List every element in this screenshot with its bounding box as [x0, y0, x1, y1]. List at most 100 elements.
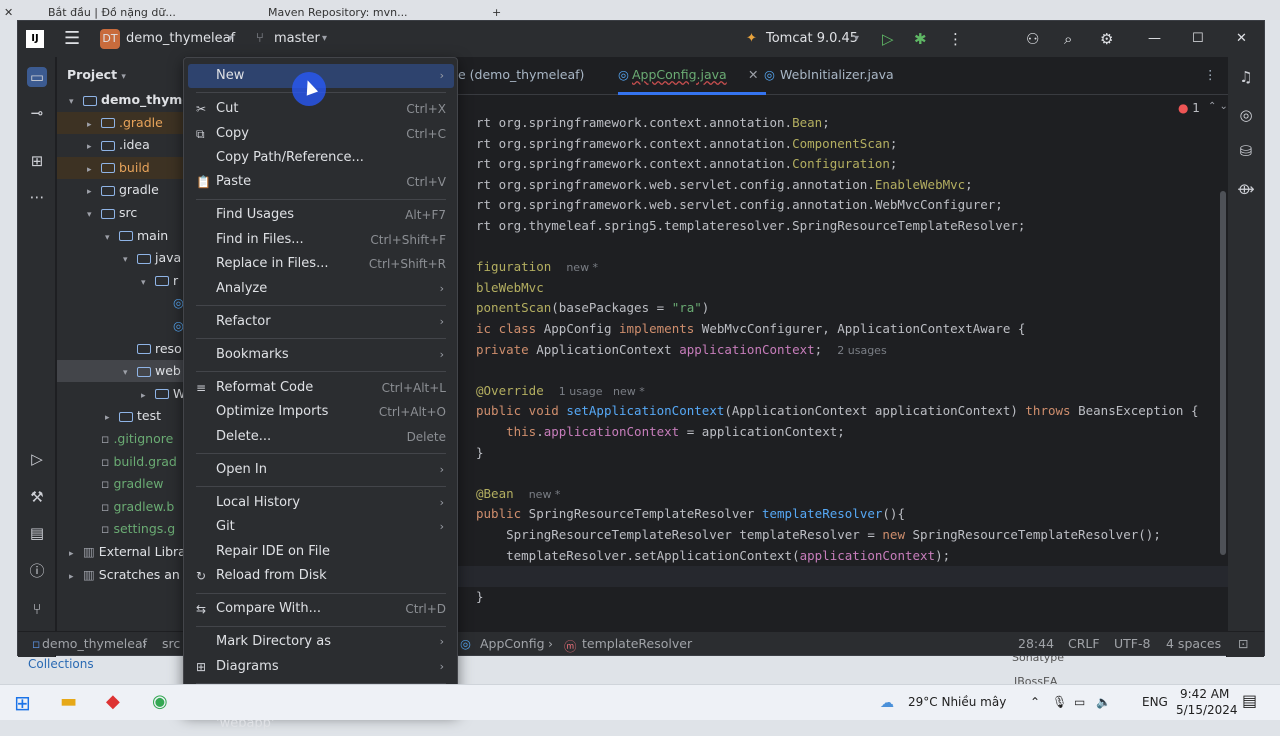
tree-item[interactable]: ▾ web	[57, 360, 184, 384]
tree-item[interactable]: ▸ build	[57, 156, 184, 179]
menu-item-find-usages[interactable]: Find Usages Alt+F7	[188, 203, 454, 227]
gear-icon[interactable]: ⚙	[1100, 29, 1113, 49]
chevron-right-icon[interactable]: ▸	[141, 385, 155, 407]
code-line[interactable]: templateResolver.setApplicationContext(a…	[476, 546, 950, 566]
language-indicator[interactable]: ENG	[1142, 695, 1168, 709]
chrome-icon[interactable]: ◉	[152, 691, 168, 712]
tree-item[interactable]: ◎	[57, 315, 184, 337]
clock-date[interactable]: 5/15/2024	[1176, 703, 1238, 717]
code-line[interactable]: public SpringResourceTemplateResolver te…	[476, 504, 905, 524]
chevron-right-icon[interactable]: ▸	[87, 136, 101, 158]
menu-item-refactor[interactable]: Refactor ›	[188, 310, 454, 334]
code-line[interactable]: ic class AppConfig implements WebMvcConf…	[476, 319, 1025, 339]
close-icon[interactable]: ✕	[1236, 29, 1247, 49]
scrollbar[interactable]	[1220, 191, 1226, 555]
breadcrumb-src[interactable]: src	[162, 636, 180, 651]
code-line[interactable]: rt org.springframework.context.annotatio…	[476, 134, 897, 154]
error-icon[interactable]: ● 1	[1178, 101, 1200, 115]
code-line[interactable]: }	[476, 587, 484, 607]
editor-tab-active[interactable]: AppConfig.java	[632, 67, 727, 82]
chevron-down-icon[interactable]: ▾	[87, 204, 101, 226]
chevron-down-icon[interactable]: ▾	[322, 29, 327, 49]
tree-item[interactable]: ▾ main	[57, 225, 184, 247]
code-line[interactable]: rt org.springframework.context.annotatio…	[476, 154, 897, 174]
tree-item[interactable]: ▫ gradlew	[57, 473, 184, 495]
browser-tab[interactable]: Maven Repository: mvn...	[268, 6, 468, 20]
breadcrumb-project[interactable]: demo_thymeleaf	[42, 636, 147, 651]
chevron-right-icon[interactable]: ▸	[87, 181, 101, 203]
chevron-down-icon[interactable]: ▾	[141, 272, 155, 294]
tree-item[interactable]: ▫ gradlew.b	[57, 496, 184, 518]
project-switcher[interactable]: demo_thymeleaf	[126, 29, 235, 49]
editor-tab[interactable]: WebInitializer.java	[780, 67, 894, 82]
tree-item[interactable]: ▸ W	[57, 383, 184, 405]
endpoints-icon[interactable]: ⟴	[1236, 179, 1256, 199]
menu-item-replace-in-files[interactable]: Replace in Files... Ctrl+Shift+R	[188, 252, 454, 276]
page-link[interactable]: Collections	[28, 657, 94, 671]
chevron-down-icon[interactable]: ▾	[854, 29, 859, 49]
lock-icon[interactable]: ⊡	[1238, 636, 1248, 651]
browser-tab[interactable]: Bắt đầu | Đồ nặng dữ...	[48, 6, 248, 20]
new-tab-icon[interactable]: +	[492, 6, 508, 20]
tree-item[interactable]: ▸ ▥ Scratches an	[57, 564, 184, 586]
run-icon[interactable]: ▷	[882, 29, 894, 49]
more-tools-icon[interactable]: ⋯	[27, 187, 47, 207]
chevron-down-icon[interactable]: ▾	[228, 29, 233, 49]
run-config-selector[interactable]: Tomcat 9.0.45	[766, 29, 858, 49]
commit-icon[interactable]: ⊸	[27, 103, 47, 123]
debug-icon[interactable]: ✱	[914, 29, 927, 49]
tree-item[interactable]: ▸ .gradle	[57, 111, 184, 136]
tree-item[interactable]: ▫ settings.g	[57, 518, 184, 540]
folder-icon[interactable]: ▭	[27, 67, 47, 87]
line-separator[interactable]: CRLF	[1068, 636, 1100, 651]
editor-tab[interactable]: e (demo_thymeleaf)	[458, 67, 584, 82]
tree-item[interactable]: ▸ gradle	[57, 179, 184, 201]
tree-item[interactable]: ▫ build.grad	[57, 451, 184, 473]
bell-icon[interactable]: ♫	[1236, 67, 1256, 87]
menu-item-bookmarks[interactable]: Bookmarks ›	[188, 343, 454, 367]
chevron-down-icon[interactable]: ▾	[105, 227, 119, 249]
tree-item[interactable]: ▾ demo_thymel	[57, 89, 184, 111]
navigate-arrows-icon[interactable]: ⌃ ⌄	[1208, 101, 1228, 112]
menu-item-repair-ide-on-file[interactable]: Repair IDE on File	[188, 540, 454, 564]
menu-item-mark-directory-as[interactable]: Mark Directory as ›	[188, 630, 454, 654]
main-menu-icon[interactable]: ☰	[64, 29, 80, 49]
chevron-right-icon[interactable]: ▸	[87, 114, 101, 136]
network-icon[interactable]: ▭	[1074, 695, 1085, 709]
structure-icon[interactable]: ⊞	[27, 151, 47, 171]
breadcrumb-method[interactable]: templateResolver	[582, 636, 692, 651]
menu-item-paste[interactable]: 📋 Paste Ctrl+V	[188, 170, 454, 194]
tree-item[interactable]: ▾ r	[57, 270, 184, 292]
minimize-icon[interactable]: —	[1148, 29, 1161, 49]
project-view-selector[interactable]: Project ▾	[67, 64, 126, 86]
speaker-icon[interactable]: 🔈	[1096, 695, 1111, 709]
menu-item-local-history[interactable]: Local History ›	[188, 491, 454, 515]
intellij-logo-icon[interactable]: IJ	[26, 30, 44, 48]
code-line[interactable]: public void setApplicationContext(Applic…	[476, 401, 1199, 421]
code-line[interactable]: @Override 1 usage new *	[476, 381, 645, 401]
terminal-icon[interactable]: ▤	[27, 523, 47, 543]
code-line[interactable]: rt org.springframework.web.servlet.confi…	[476, 175, 973, 195]
caret-position[interactable]: 28:44	[1018, 636, 1054, 651]
chevron-right-icon[interactable]: ▸	[69, 543, 83, 565]
menu-item-copy[interactable]: ⧉ Copy Ctrl+C	[188, 122, 454, 146]
windows-start-icon[interactable]: ⊞	[14, 691, 31, 715]
menu-item-reformat-code[interactable]: ≡ Reformat Code Ctrl+Alt+L	[188, 376, 454, 400]
menu-item-copy-path-reference[interactable]: Copy Path/Reference...	[188, 146, 454, 170]
code-line[interactable]: bleWebMvc	[476, 278, 544, 298]
menu-item-diagrams[interactable]: ⊞ Diagrams ›	[188, 655, 454, 679]
menu-item-open-in[interactable]: Open In ›	[188, 458, 454, 482]
chevron-right-icon[interactable]: ▸	[105, 407, 119, 429]
code-line[interactable]: ponentScan(basePackages = "ra")	[476, 298, 709, 318]
add-user-icon[interactable]: ⚇	[1026, 29, 1039, 49]
code-line[interactable]: private ApplicationContext applicationCo…	[476, 340, 887, 360]
tree-item[interactable]: ▸ test	[57, 405, 184, 427]
tree-item[interactable]: ▾ src	[57, 202, 184, 224]
breadcrumb-class[interactable]: AppConfig	[480, 636, 545, 651]
clock-time[interactable]: 9:42 AM	[1180, 687, 1229, 701]
ai-assistant-icon[interactable]: ◎	[1236, 105, 1256, 125]
build-icon[interactable]: ⚒	[27, 487, 47, 507]
chevron-down-icon[interactable]: ▾	[69, 91, 83, 113]
menu-item-delete[interactable]: Delete... Delete	[188, 425, 454, 449]
chevron-down-icon[interactable]: ▾	[123, 362, 137, 384]
